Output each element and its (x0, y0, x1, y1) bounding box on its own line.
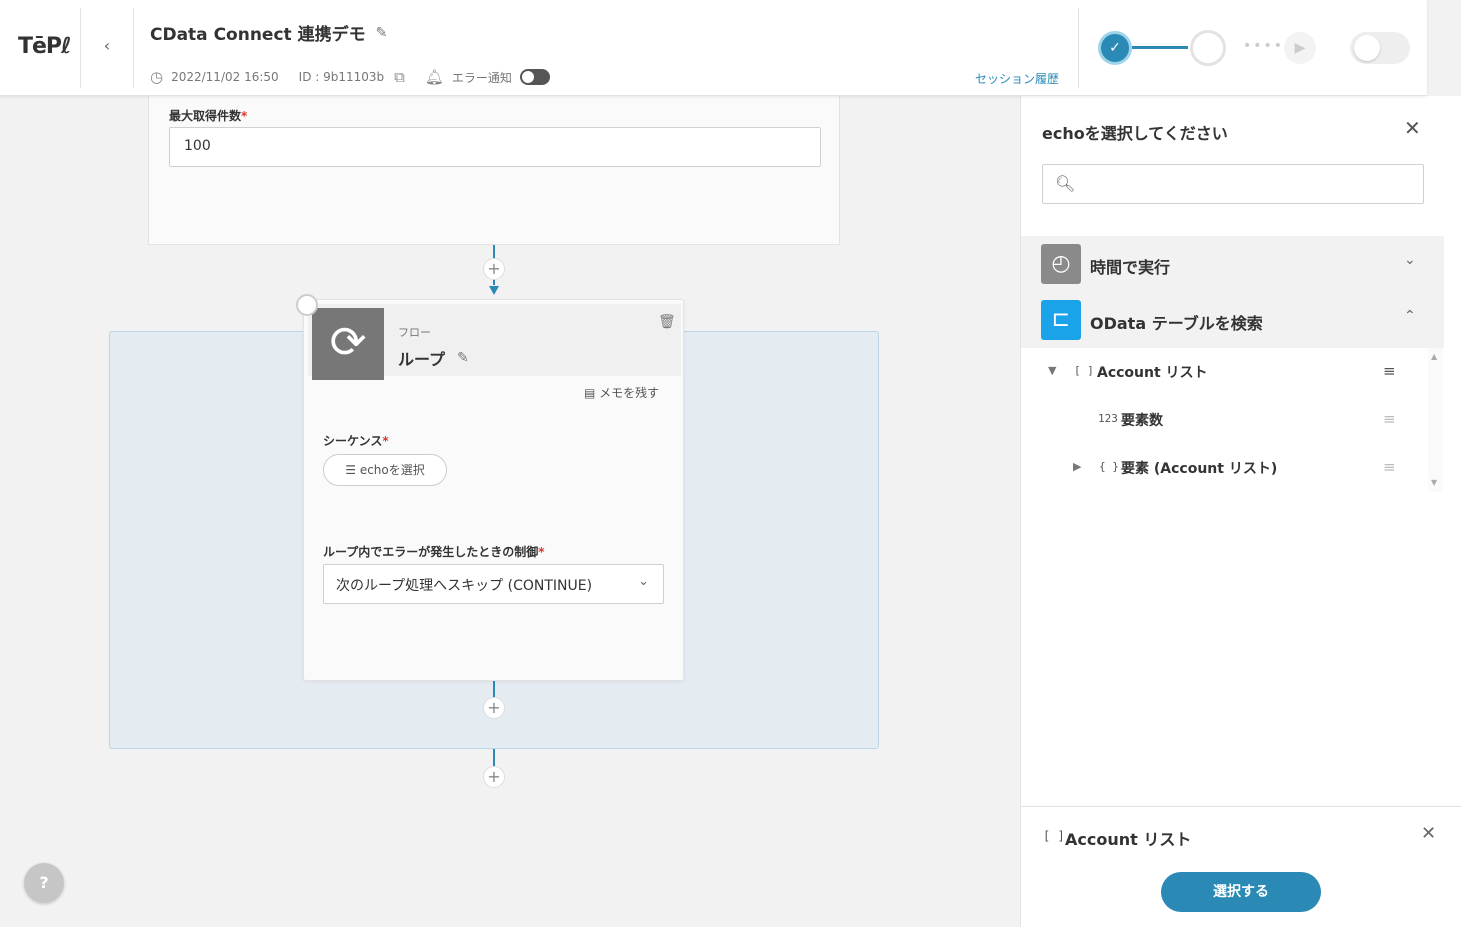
drag-handle[interactable] (296, 294, 318, 316)
number-type-icon: 123 (1098, 412, 1118, 425)
tree-item-label: Account リスト (1097, 365, 1208, 381)
header-divider (133, 8, 134, 88)
loop-name: ループ (398, 350, 446, 369)
memo-label: メモを残す (599, 386, 660, 400)
insert-list-icon[interactable]: ≡ (1383, 458, 1396, 476)
loop-name-row: ループ ✎ (398, 346, 469, 370)
echo-select-label: echoを選択 (359, 463, 425, 477)
clear-selection-close-icon[interactable]: ✕ (1421, 823, 1436, 844)
scroll-down-icon[interactable]: ▼ (1431, 478, 1437, 487)
meta-row: ◷ 2022/11/02 16:50 ID : 9b11103b ⧉ 🔔︎ エラ… (150, 68, 550, 86)
title-row: CData Connect 連携デモ ✎ (150, 20, 388, 46)
category-odata[interactable]: ⊏ OData テーブルを検索 ⌃ (1021, 292, 1444, 348)
trash-icon[interactable]: 🗑︎ (658, 314, 676, 330)
category-name: OData テーブルを検索 (1090, 314, 1263, 333)
error-control-value: 次のループ処理へスキップ (CONTINUE) (336, 578, 593, 594)
tree-scrollbar[interactable]: ▲ ▼ (1428, 348, 1443, 492)
search-field[interactable]: 🔍︎ (1042, 164, 1424, 204)
chevron-up-icon: ⌃ (1404, 308, 1416, 324)
insert-list-icon[interactable]: ≡ (1383, 362, 1396, 380)
expand-triangle-icon[interactable]: ▶ (1073, 460, 1081, 473)
array-type-icon: [ ] (1043, 829, 1065, 843)
panel-title: echoを選択してください (1042, 124, 1228, 143)
add-in-loop-plus-icon[interactable]: + (483, 697, 505, 719)
memo-button[interactable]: ▤ メモを残す (584, 384, 659, 401)
app-header: TēPℓ ‹ CData Connect 連携デモ ✎ ◷ 2022/11/02… (0, 0, 1427, 96)
flow-enable-toggle[interactable] (1350, 32, 1410, 64)
category-name: 時間で実行 (1090, 258, 1171, 277)
error-notify-label: エラー通知 (451, 70, 512, 85)
tree-item-label: 要素数 (1121, 413, 1163, 429)
search-input[interactable] (1083, 173, 1413, 197)
loop-refresh-icon: ⟳ (312, 308, 384, 380)
select-button[interactable]: 選択する (1161, 872, 1321, 912)
scroll-up-icon[interactable]: ▲ (1431, 352, 1437, 361)
step-dots: •••• (1243, 38, 1285, 54)
arrow-down-icon (489, 286, 499, 295)
edit-title-pencil-icon[interactable]: ✎ (376, 25, 388, 41)
session-history-link[interactable]: セッション履歴 (975, 70, 1059, 87)
header-divider (1078, 8, 1079, 88)
collapse-triangle-icon[interactable]: ▼ (1048, 364, 1056, 377)
bell-icon: 🔔︎ (424, 68, 444, 86)
tree-item-count[interactable]: 123 要素数 ≡ (1021, 396, 1431, 444)
close-icon[interactable]: ✕ (1404, 116, 1421, 140)
max-count-input[interactable]: 100 (169, 127, 821, 167)
tree-item-label: 要素 (Account リスト) (1121, 461, 1278, 477)
help-button[interactable]: ? (24, 863, 64, 903)
connector-line (493, 681, 495, 697)
search-icon: 🔍︎ (1055, 174, 1076, 193)
odata-icon: ⊏ (1041, 300, 1081, 340)
loop-header: ⟳ フロー ループ ✎ 🗑︎ (308, 304, 681, 380)
chevron-down-icon: ⌄ (638, 574, 649, 589)
array-type-icon: [ ] (1074, 364, 1094, 377)
max-count-label-text: 最大取得件数 (169, 109, 242, 123)
error-control-label: ループ内でエラーが発生したときの制御* (323, 545, 545, 559)
edit-loop-pencil-icon[interactable]: ✎ (457, 350, 469, 366)
note-icon: ▤ (584, 386, 600, 400)
previous-step-card: 最大取得件数* 100 (148, 96, 840, 245)
echo-select-panel: echoを選択してください ✕ 🔍︎ ◴ 時間で実行 ⌄ ⊏ OData テーブ… (1020, 96, 1461, 927)
selected-item-label: Account リスト (1065, 830, 1192, 849)
chevron-down-icon: ⌄ (1404, 252, 1416, 268)
loop-card: ⟳ フロー ループ ✎ 🗑︎ ▤ メモを残す シーケンス* ☰ echoを選択 … (303, 299, 684, 681)
progress-steps: ✓ •••• ▶ (1098, 30, 1338, 66)
error-control-select[interactable]: 次のループ処理へスキップ (CONTINUE) ⌄ (323, 564, 664, 604)
tepa-logo: TēPℓ (18, 34, 71, 59)
datetime: 2022/11/02 16:50 (171, 70, 279, 84)
loop-kind: フロー (398, 326, 431, 339)
clock-icon: ◴ (1041, 244, 1081, 284)
play-icon[interactable]: ▶ (1284, 32, 1316, 64)
tree-item-account-list[interactable]: ▼ [ ] Account リスト ≡ (1021, 348, 1431, 396)
object-type-icon: { } (1099, 460, 1119, 473)
connector-line (493, 749, 495, 766)
step-done-check-icon[interactable]: ✓ (1098, 31, 1132, 65)
category-time[interactable]: ◴ 時間で実行 ⌄ (1021, 236, 1444, 292)
session-id: ID : 9b11103b (298, 70, 385, 84)
insert-list-icon[interactable]: ≡ (1383, 410, 1396, 428)
page-title: CData Connect 連携デモ (150, 25, 366, 45)
back-button[interactable]: ‹ (98, 36, 116, 60)
tree-item-element[interactable]: ▶ { } 要素 (Account リスト) ≡ (1021, 444, 1431, 492)
error-notify-toggle[interactable] (519, 69, 550, 85)
error-control-label-text: ループ内でエラーが発生したときの制御 (323, 545, 539, 559)
sequence-label-text: シーケンス (323, 434, 383, 448)
copy-icon[interactable]: ⧉ (394, 68, 405, 86)
add-after-loop-plus-icon[interactable]: + (483, 766, 505, 788)
step-current[interactable] (1190, 30, 1226, 66)
max-count-label: 最大取得件数* (169, 109, 248, 123)
selection-bar: [ ] Account リスト ✕ 選択する (1021, 806, 1461, 927)
list-icon: ☰ (345, 463, 360, 477)
add-step-plus-icon[interactable]: + (483, 258, 505, 280)
sequence-label: シーケンス* (323, 434, 389, 448)
step-connector (1132, 46, 1188, 49)
header-divider (80, 8, 81, 88)
clock-icon: ◷ (150, 68, 164, 86)
echo-select-button[interactable]: ☰ echoを選択 (323, 454, 447, 486)
